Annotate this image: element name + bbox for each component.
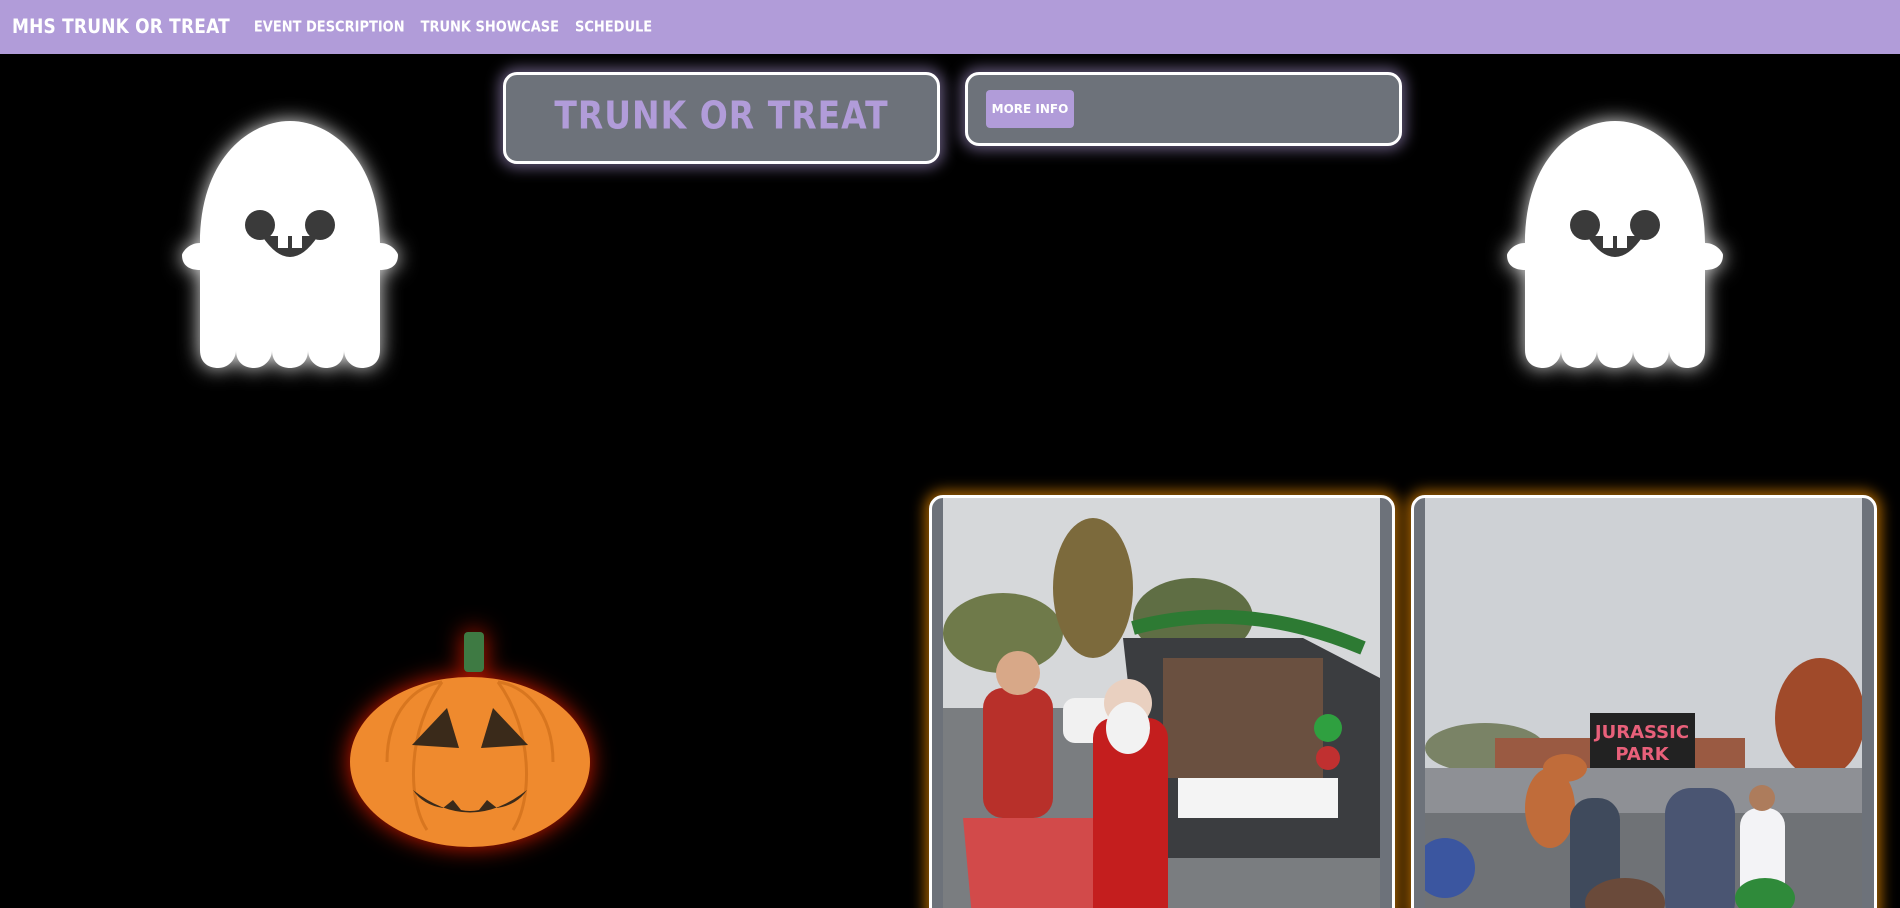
showcase-photo-card-1 <box>929 495 1395 908</box>
showcase-photo-card-2: JURASSIC PARK <box>1411 495 1877 908</box>
navbar: MHS TRUNK OR TREAT EVENT DESCRIPTION TRU… <box>0 0 1900 54</box>
nav-link-event-description[interactable]: EVENT DESCRIPTION <box>254 18 405 35</box>
more-info-button[interactable]: MORE INFO <box>986 90 1074 128</box>
showcase-photo-christmas-trunk <box>943 498 1380 908</box>
page-title: TRUNK OR TREAT <box>554 92 889 138</box>
brand-link[interactable]: MHS TRUNK OR TREAT <box>12 16 230 39</box>
jack-o-lantern-icon <box>350 632 590 847</box>
title-card: TRUNK OR TREAT <box>503 72 940 164</box>
info-card: MORE INFO <box>965 72 1402 146</box>
sign-text-line-2: PARK <box>1615 744 1669 765</box>
ghost-icon-right <box>1507 121 1723 368</box>
sign-text-line-1: JURASSIC <box>1593 722 1689 743</box>
nav-link-schedule[interactable]: SCHEDULE <box>575 18 652 35</box>
showcase-photo-jurassic-park-trunk: JURASSIC PARK <box>1425 498 1862 908</box>
ghost-icon-left <box>182 121 398 368</box>
nav-link-trunk-showcase[interactable]: TRUNK SHOWCASE <box>421 18 559 35</box>
